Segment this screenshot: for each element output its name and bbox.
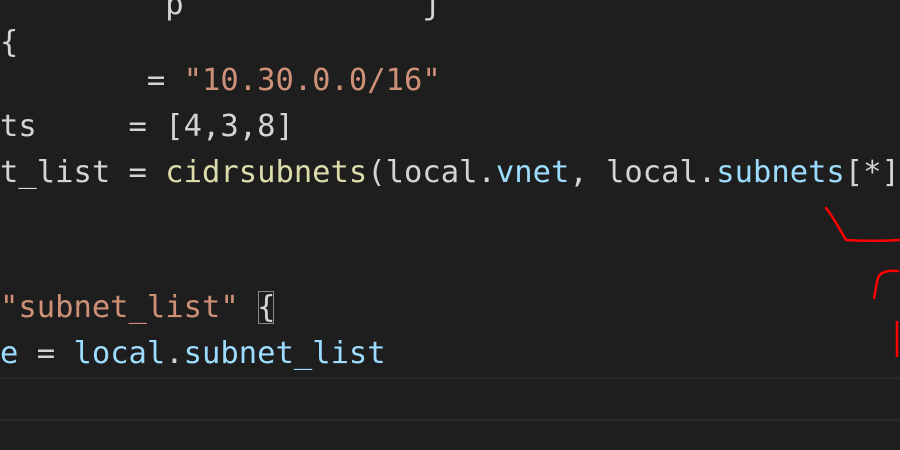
splat-index: [*] [844, 155, 900, 190]
vnet-string-value: "10.30.0.0/16" [183, 63, 441, 98]
arg1-property: vnet [495, 155, 570, 190]
ref-dot: . [165, 336, 184, 371]
assign-operator: = [110, 155, 166, 190]
code-line-vnet: = "10.30.0.0/16" [0, 58, 441, 103]
subnet-list-name-fragment: t_list [0, 155, 111, 190]
open-brace: { [0, 25, 19, 60]
partial-text: p j [0, 0, 441, 22]
value-name-fragment: e [0, 336, 19, 371]
code-line-subnet-list: t_list = cidrsubnets(local.vnet, local.s… [0, 150, 900, 195]
assign-operator: = [18, 336, 74, 371]
code-line-partial-top: p j [0, 0, 441, 27]
red-underline-stroke [824, 206, 900, 242]
arg-separator: , [569, 155, 607, 190]
arg1-dot: . [477, 155, 496, 190]
output-label-string: "subnet_list" [0, 290, 239, 325]
arg2-property: subnets [716, 155, 845, 190]
assign-operator: = [146, 63, 184, 98]
current-line-highlight[interactable] [0, 377, 900, 421]
ref-property: subnet_list [183, 336, 386, 371]
arg2-dot: . [697, 155, 717, 190]
matched-open-brace: { [257, 290, 276, 325]
code-line-subnets: ts = [4,3,8] [0, 104, 294, 149]
subnets-name-fragment: ts [0, 109, 37, 144]
arg2-object: local [606, 155, 698, 190]
code-line-output-value: e = local.subnet_list [0, 331, 386, 376]
open-paren: ( [367, 155, 386, 190]
subnets-list-value: [4,3,8] [165, 109, 294, 144]
assign-operator: = [36, 109, 166, 144]
code-editor[interactable]: p j { = "10.30.0.0/16" ts = [4,3,8] t_li… [0, 0, 900, 450]
function-name: cidrsubnets [165, 155, 368, 190]
arg1-object: local [385, 155, 478, 190]
code-line-output-block: "subnet_list" { [0, 285, 275, 330]
red-bracket-stroke [872, 269, 900, 300]
ref-object: local [73, 336, 166, 371]
